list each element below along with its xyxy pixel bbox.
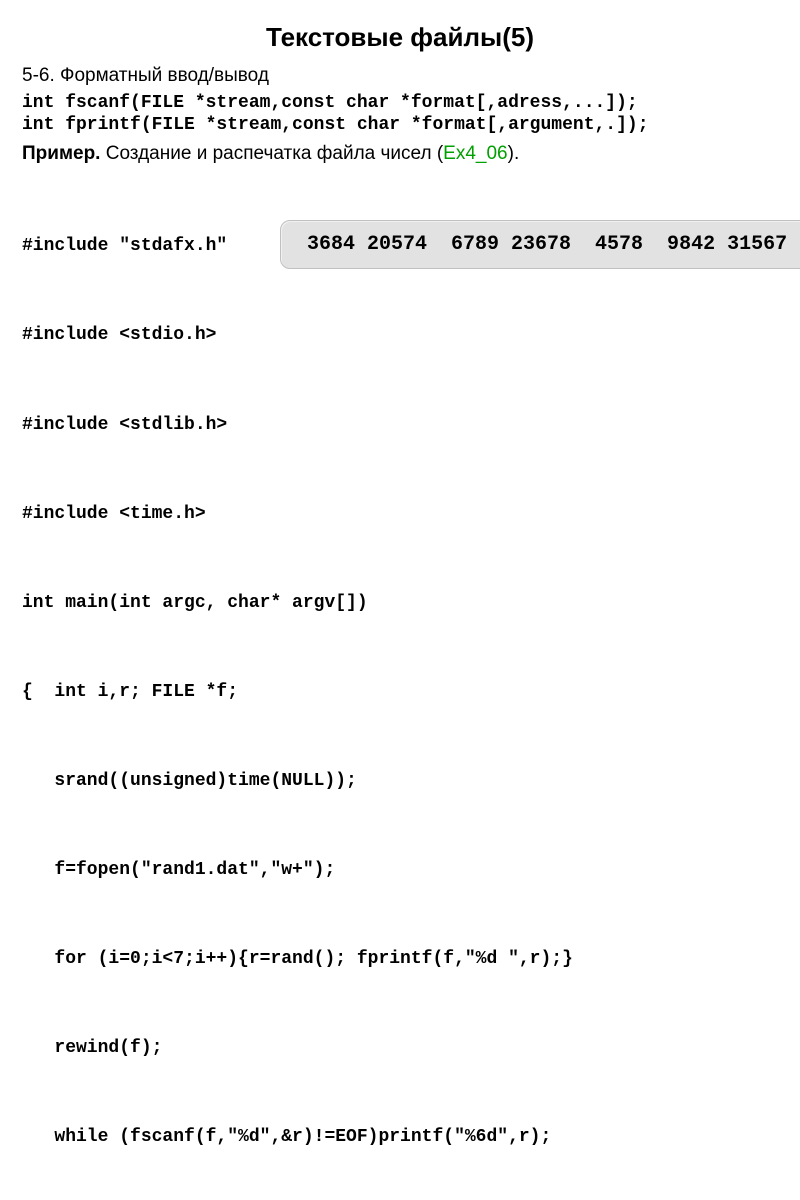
code-block: #include "stdafx.h" #include <stdio.h> #… bbox=[22, 173, 778, 1200]
example-text-after: ). bbox=[508, 143, 520, 164]
example-caption: Пример. Создание и распечатка файла чисе… bbox=[22, 143, 778, 165]
example-label: Пример. bbox=[22, 143, 100, 164]
code-line: #include <time.h> bbox=[22, 500, 778, 530]
slide-content: Текстовые файлы(5) 5-6. Форматный ввод/в… bbox=[0, 0, 800, 1200]
code-line: srand((unsigned)time(NULL)); bbox=[22, 767, 778, 797]
code-line: for (i=0;i<7;i++){r=rand(); fprintf(f,"%… bbox=[22, 945, 778, 975]
code-line: while (fscanf(f,"%d",&r)!=EOF)printf("%6… bbox=[22, 1123, 778, 1153]
prototype-fprintf: int fprintf(FILE *stream,const char *for… bbox=[22, 115, 778, 135]
code-line: { int i,r; FILE *f; bbox=[22, 678, 778, 708]
code-line: rewind(f); bbox=[22, 1034, 778, 1064]
prototype-fscanf: int fscanf(FILE *stream,const char *form… bbox=[22, 93, 778, 113]
code-line: #include <stdio.h> bbox=[22, 321, 778, 351]
slide-title: Текстовые файлы(5) bbox=[22, 22, 778, 53]
example-link: Ex4_06 bbox=[443, 143, 507, 164]
code-line: #include <stdlib.h> bbox=[22, 411, 778, 441]
code-line: int main(int argc, char* argv[]) bbox=[22, 589, 778, 619]
code-line: f=fopen("rand1.dat","w+"); bbox=[22, 856, 778, 886]
section-subhead: 5-6. Форматный ввод/вывод bbox=[22, 65, 778, 87]
example-text-before: Создание и распечатка файла чисел ( bbox=[100, 143, 443, 164]
program-output: 3684 20574 6789 23678 4578 9842 31567 bbox=[280, 220, 800, 269]
